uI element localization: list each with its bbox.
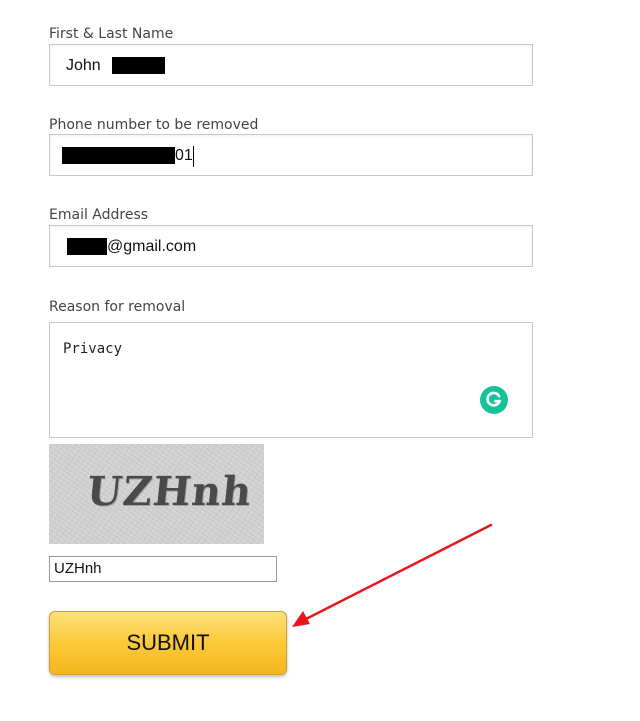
phone-label: Phone number to be removed bbox=[49, 117, 259, 133]
reason-textarea[interactable]: Privacy bbox=[49, 322, 533, 438]
email-redaction bbox=[67, 238, 107, 255]
email-label: Email Address bbox=[49, 207, 149, 223]
captcha-image-text: UZHnh bbox=[84, 468, 255, 515]
reason-value: Privacy bbox=[63, 341, 123, 357]
captcha-input-value: UZHnh bbox=[54, 560, 102, 577]
email-value-suffix: @gmail.com bbox=[107, 238, 197, 255]
email-field[interactable]: @gmail.com bbox=[49, 225, 533, 267]
name-value: John bbox=[66, 57, 101, 74]
phone-value-suffix: 01 bbox=[175, 147, 193, 164]
submit-button[interactable]: SUBMIT bbox=[49, 611, 287, 675]
reason-label: Reason for removal bbox=[49, 299, 186, 315]
removal-form-page: First & Last Name John Phone number to b… bbox=[0, 0, 640, 721]
captcha-image: UZHnh bbox=[49, 444, 264, 544]
name-label: First & Last Name bbox=[49, 26, 174, 42]
name-field[interactable]: John bbox=[49, 44, 533, 86]
phone-field[interactable]: 01 bbox=[49, 134, 533, 176]
text-caret bbox=[193, 146, 194, 167]
captcha-input[interactable]: UZHnh bbox=[49, 556, 277, 582]
phone-redaction bbox=[62, 147, 175, 164]
grammarly-icon[interactable] bbox=[480, 386, 508, 414]
name-redaction bbox=[112, 57, 165, 74]
